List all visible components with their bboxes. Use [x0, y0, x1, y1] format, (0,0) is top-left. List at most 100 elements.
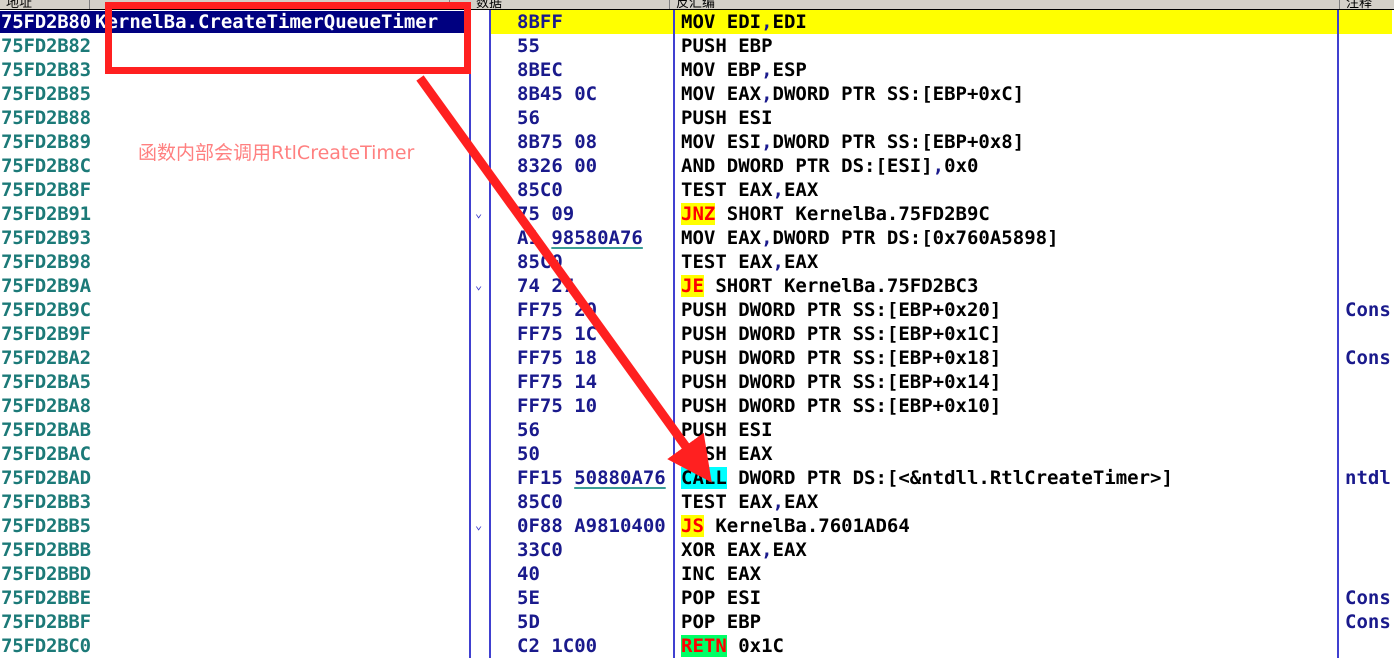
disassembly-row[interactable]: 75FD2BA8 FF75 10 PUSH DWORD PTR SS:[EBP+0x… [0, 394, 1394, 418]
disassembly-row[interactable]: 75FD2BA5 FF75 14 PUSH DWORD PTR SS:[EBP+0x… [0, 370, 1394, 394]
column-header-disassembly[interactable]: 反汇编 [670, 0, 1340, 9]
row-machine-code: 33C0 [489, 538, 673, 562]
disassembly-text: PUSH DWORD PTR SS:[EBP+0x1C] [681, 323, 1002, 345]
row-machine-code: 50 [489, 442, 673, 466]
row-address: 75FD2B8C [1, 155, 91, 177]
disassembly-text: MOV ESI [681, 131, 762, 153]
column-header-machine-code[interactable]: 数据 [470, 0, 670, 9]
row-jump-gutter [469, 10, 489, 34]
row-jump-gutter [469, 298, 489, 322]
column-header-address[interactable]: 地址 [0, 0, 90, 9]
disassembly-row[interactable]: 75FD2BBD 40 INC EAX [0, 562, 1394, 586]
row-address: 75FD2BB5 [1, 515, 91, 537]
disassembly-text: PUSH ESI [681, 107, 773, 129]
row-machine-code: 75 09 [489, 202, 673, 226]
row-machine-code: 56 [489, 106, 673, 130]
row-address: 75FD2BB3 [1, 491, 91, 513]
row-jump-gutter [469, 346, 489, 370]
row-address: 75FD2B82 [1, 35, 91, 57]
row-jump-gutter [469, 490, 489, 514]
disassembly-row[interactable]: 75FD2B91 ⌄ 75 09 JNZ SHORT KernelBa.75FD2B9… [0, 202, 1394, 226]
row-comment [1337, 154, 1392, 178]
row-address: 75FD2B9C [1, 299, 91, 321]
row-disassembly: TEST EAX,EAX [673, 178, 1337, 202]
row-address: 75FD2BA2 [1, 347, 91, 369]
disassembly-row[interactable]: 75FD2B9F FF75 1C PUSH DWORD PTR SS:[EBP+0x… [0, 322, 1394, 346]
row-comment [1337, 82, 1392, 106]
row-comment: Cons [1337, 298, 1392, 322]
disassembly-row[interactable]: 75FD2B85 8B45 0C MOV EAX,DWORD PTR SS:[EBP… [0, 82, 1394, 106]
machine-code-address-ref[interactable]: 98580A76 [551, 227, 643, 249]
disassembly-row[interactable]: 75FD2B98 85C0 TEST EAX,EAX [0, 250, 1394, 274]
disassembly-row[interactable]: 75FD2B82 55 PUSH EBP [0, 34, 1394, 58]
disassembly-text: EDI [772, 11, 807, 33]
disassembly-row[interactable]: 75FD2BBF 5D POP EBP Cons [0, 610, 1394, 634]
row-jump-gutter [469, 178, 489, 202]
disassembly-row[interactable]: 75FD2B9C FF75 20 PUSH DWORD PTR SS:[EBP+0x… [0, 298, 1394, 322]
disassembly-listing[interactable]: 75FD2B80 KernelBa.CreateTimerQueueTimer 8B… [0, 10, 1394, 659]
disassembly-row[interactable]: 75FD2BAC 50 PUSH EAX [0, 442, 1394, 466]
disassembly-row[interactable]: 75FD2B8C 8326 00 AND DWORD PTR DS:[ESI],0x… [0, 154, 1394, 178]
row-address: 75FD2BBF [1, 611, 91, 633]
row-disassembly: MOV EAX,DWORD PTR SS:[EBP+0xC] [673, 82, 1337, 106]
disassembly-row[interactable]: 75FD2BBE 5E POP ESI Cons [0, 586, 1394, 610]
disassembly-row[interactable]: 75FD2B93 A1 98580A76 MOV EAX,DWORD PTR DS:… [0, 226, 1394, 250]
row-machine-code: 40 [489, 562, 673, 586]
row-address: 75FD2BA8 [1, 395, 91, 417]
disassembler-window: 地址 数据 反汇编 注释 75FD2B80 KernelBa.CreateTime… [0, 0, 1394, 659]
disassembly-text: TEST EAX [681, 251, 773, 273]
disassembly-row[interactable]: 75FD2BAD FF15 50880A76 CALL DWORD PTR DS:[… [0, 466, 1394, 490]
row-machine-code: FF15 50880A76 [489, 466, 673, 490]
disassembly-row[interactable]: 75FD2B83 8BEC MOV EBP,ESP [0, 58, 1394, 82]
disassembly-row[interactable]: 75FD2B88 56 PUSH ESI [0, 106, 1394, 130]
row-disassembly: XOR EAX,EAX [673, 538, 1337, 562]
row-jump-gutter [469, 34, 489, 58]
disassembly-row[interactable]: 75FD2BBB 33C0 XOR EAX,EAX [0, 538, 1394, 562]
row-disassembly: POP EBP [673, 610, 1337, 634]
disassembly-row[interactable]: 75FD2BC0 C2 1C00 RETN 0x1C [0, 634, 1394, 658]
row-comment [1337, 394, 1392, 418]
row-disassembly: TEST EAX,EAX [673, 490, 1337, 514]
disassembly-row[interactable]: 75FD2B8F 85C0 TEST EAX,EAX [0, 178, 1394, 202]
disassembly-text: DWORD PTR DS:[0x760A5898] [772, 227, 1059, 249]
disassembly-text: PUSH EBP [681, 35, 773, 57]
row-jump-gutter [469, 466, 489, 490]
disassembly-row[interactable]: 75FD2B89 8B75 08 MOV ESI,DWORD PTR SS:[EBP… [0, 130, 1394, 154]
row-disassembly: PUSH DWORD PTR SS:[EBP+0x1C] [673, 322, 1337, 346]
disassembly-text: ESP [772, 59, 807, 81]
row-disassembly: PUSH DWORD PTR SS:[EBP+0x20] [673, 298, 1337, 322]
row-jump-gutter [469, 154, 489, 178]
row-comment [1337, 634, 1392, 658]
row-address: 75FD2BAD [1, 467, 91, 489]
row-jump-gutter [469, 610, 489, 634]
row-jump-gutter: ⌄ [469, 514, 489, 538]
row-disassembly: PUSH DWORD PTR SS:[EBP+0x10] [673, 394, 1337, 418]
disassembly-row[interactable]: 75FD2BA2 FF75 18 PUSH DWORD PTR SS:[EBP+0x… [0, 346, 1394, 370]
disassembly-text: TEST EAX [681, 179, 773, 201]
row-comment [1337, 442, 1392, 466]
disassembly-row[interactable]: 75FD2B80 KernelBa.CreateTimerQueueTimer 8B… [0, 10, 1394, 34]
machine-code-address-ref[interactable]: 50880A76 [574, 467, 666, 489]
disassembly-text: PUSH DWORD PTR SS:[EBP+0x18] [681, 347, 1002, 369]
machine-code-bytes: FF15 [517, 467, 575, 489]
row-jump-gutter [469, 58, 489, 82]
disassembly-row[interactable]: 75FD2BAB 56 PUSH ESI [0, 418, 1394, 442]
column-header-label[interactable] [90, 0, 450, 9]
row-address: 75FD2B83 [1, 59, 91, 81]
row-disassembly: PUSH DWORD PTR SS:[EBP+0x14] [673, 370, 1337, 394]
row-address: 75FD2B98 [1, 251, 91, 273]
row-comment: Cons [1337, 346, 1392, 370]
row-machine-code: 85C0 [489, 250, 673, 274]
column-header-comment[interactable]: 注释 [1340, 0, 1394, 9]
disassembly-row[interactable]: 75FD2BB5 ⌄ 0F88 A9810400 JS KernelBa.7601AD… [0, 514, 1394, 538]
row-jump-gutter: ⌄ [469, 274, 489, 298]
row-machine-code: 85C0 [489, 178, 673, 202]
row-comment [1337, 322, 1392, 346]
disassembly-text: , [761, 131, 773, 153]
disassembly-row[interactable]: 75FD2B9A ⌄ 74 27 JE SHORT KernelBa.75FD2BC3 [0, 274, 1394, 298]
row-machine-code: FF75 10 [489, 394, 673, 418]
row-address: 75FD2B93 [1, 227, 91, 249]
machine-code-bytes: A1 [517, 227, 552, 249]
disassembly-row[interactable]: 75FD2BB3 85C0 TEST EAX,EAX [0, 490, 1394, 514]
row-machine-code: 56 [489, 418, 673, 442]
